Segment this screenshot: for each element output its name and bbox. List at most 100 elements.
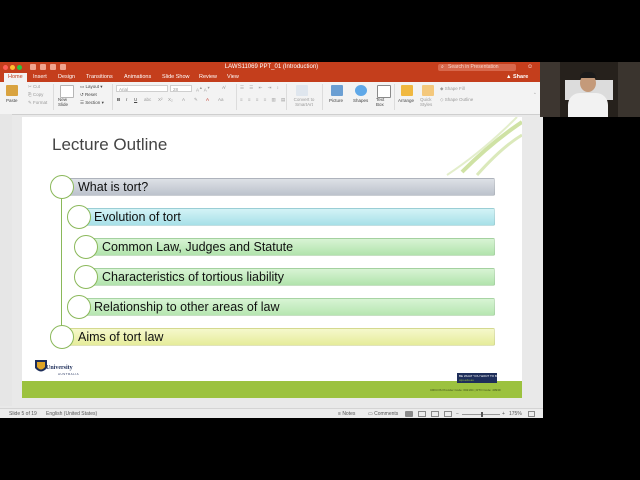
clear-format-icon[interactable]: A̸	[222, 85, 225, 91]
copy-button[interactable]: ⎘ Copy	[28, 92, 43, 98]
tab-animations[interactable]: Animations	[124, 73, 151, 82]
slideshow-view-icon[interactable]	[444, 411, 452, 417]
comments-label: Comments	[374, 411, 399, 417]
reset-button[interactable]: ↺ Reset	[80, 92, 97, 98]
outline-bullet	[74, 265, 98, 289]
tab-review[interactable]: Review	[199, 73, 217, 82]
outline-bullet	[50, 175, 74, 199]
section-button[interactable]: ☰ Section ▾	[80, 100, 104, 106]
zoom-in-button[interactable]: +	[502, 409, 505, 418]
ribbon-tabs: Home Insert Design Transitions Animation…	[0, 73, 543, 82]
bold-button[interactable]: B	[117, 97, 120, 103]
change-case-icon[interactable]: Aa	[218, 97, 224, 103]
shape-outline-label: Shape Outline	[444, 97, 474, 102]
fit-slide-icon[interactable]	[528, 411, 535, 417]
status-bar: Slide 5 of 19 English (United States) ≡ …	[0, 408, 543, 418]
shape-fill-button[interactable]: ◆ Shape Fill	[440, 86, 465, 92]
webcam-bookshelf	[540, 62, 560, 117]
shapes-icon[interactable]	[355, 85, 367, 96]
tab-insert[interactable]: Insert	[33, 73, 47, 82]
format-painter-button[interactable]: ✎ Format	[28, 100, 47, 106]
reading-view-icon[interactable]	[431, 411, 439, 417]
outline-item-what-is-tort[interactable]: What is tort?	[78, 178, 148, 196]
outline-item-evolution[interactable]: Evolution of tort	[94, 208, 181, 226]
highlight-icon[interactable]: ✎	[194, 97, 198, 103]
text-effects-icon[interactable]: A	[182, 97, 185, 103]
normal-view-icon[interactable]	[405, 411, 413, 417]
section-label: Section	[85, 100, 101, 105]
logo-university-text: University	[46, 365, 73, 371]
outline-item-aims[interactable]: Aims of tort law	[78, 328, 163, 346]
slide-canvas[interactable]	[22, 117, 522, 398]
quick-styles-icon[interactable]	[422, 85, 434, 96]
outline-item-common-law[interactable]: Common Law, Judges and Statute	[102, 238, 293, 256]
strikethrough-button[interactable]: abc	[144, 97, 151, 103]
font-size-select[interactable]: 28	[170, 85, 192, 92]
arrange-label: Arrange	[398, 98, 415, 103]
picture-label: Picture	[329, 98, 344, 103]
slide-thumbnail-strip[interactable]	[0, 114, 12, 406]
search-icon: ⌕	[441, 64, 444, 70]
cut-button[interactable]: ✂ Cut	[28, 84, 40, 90]
italic-button[interactable]: I	[126, 97, 127, 103]
zoom-out-button[interactable]: −	[456, 409, 459, 418]
font-name-select[interactable]: Arial	[116, 85, 168, 92]
search-input[interactable]: Search in Presentation	[438, 64, 516, 71]
cut-label: Cut	[33, 84, 41, 89]
share-label: Share	[512, 74, 529, 80]
title-bar: LAWS11069 PPT_01 (Introduction) Search i…	[0, 62, 543, 73]
tab-home[interactable]: Home	[4, 73, 27, 82]
shape-outline-button[interactable]: ◇ Shape Outline	[440, 97, 473, 103]
zoom-level[interactable]: 175%	[509, 409, 522, 418]
arrange-icon[interactable]	[401, 85, 413, 96]
font-size-grow-button[interactable]: A▲ A▼	[196, 85, 210, 94]
smiley-icon[interactable]: ☺	[527, 64, 533, 71]
slide-title[interactable]: Lecture Outline	[52, 135, 167, 155]
convert-smartart-label: Convert to SmartArt	[293, 97, 315, 107]
slide-sorter-icon[interactable]	[418, 411, 426, 417]
comments-button[interactable]: ▭ Comments	[368, 409, 398, 418]
outline-item-characteristics[interactable]: Characteristics of tortious liability	[102, 268, 284, 286]
cricos-text: CRICOS Provider Code: 00219C | RTO Code:…	[430, 388, 501, 392]
layout-label: Layout	[85, 84, 100, 89]
new-slide-label: New Slide	[58, 97, 69, 107]
ribbon-divider	[286, 84, 287, 110]
shapes-label: Shapes	[353, 98, 369, 103]
ribbon-home: Paste ✂ Cut ⎘ Copy ✎ Format New Slide ▭ …	[0, 82, 543, 115]
format-label: Format	[33, 100, 48, 105]
paste-label: Paste	[6, 98, 18, 103]
tab-slide-show[interactable]: Slide Show	[162, 73, 190, 82]
smartart-icon[interactable]	[296, 85, 308, 96]
zoom-slider-thumb[interactable]	[481, 412, 483, 417]
tab-design[interactable]: Design	[58, 73, 75, 82]
superscript-button[interactable]: X²	[158, 97, 163, 103]
layout-button[interactable]: ▭ Layout ▾	[80, 84, 103, 90]
outline-bullet	[67, 205, 91, 229]
webcam-person-shirt	[568, 93, 608, 117]
outline-connector	[61, 176, 62, 336]
slide-counter: Slide 5 of 19	[9, 411, 37, 417]
outline-bullet	[50, 325, 74, 349]
paste-icon[interactable]	[6, 85, 18, 96]
tab-transitions[interactable]: Transitions	[86, 73, 113, 82]
subscript-button[interactable]: X₂	[168, 97, 173, 103]
list-buttons[interactable]: ☰ ☰ ⇤ ⇥ ↕	[240, 85, 281, 91]
underline-button[interactable]: U	[134, 97, 137, 103]
quick-styles-label: Quick Styles	[420, 97, 433, 107]
ribbon-collapse-icon[interactable]: ⌃	[533, 92, 537, 98]
share-button[interactable]: ▲ Share	[506, 73, 528, 82]
align-buttons[interactable]: ≡ ≡ ≡ ≡ ▥ ▤	[240, 97, 287, 103]
webcam-shelf-right	[618, 62, 640, 117]
picture-icon[interactable]	[331, 85, 343, 96]
notes-button[interactable]: ≡ Notes	[338, 409, 355, 418]
ribbon-divider	[53, 84, 54, 110]
tab-view[interactable]: View	[227, 73, 239, 82]
font-color-icon[interactable]: A	[206, 97, 209, 103]
webcam-feed	[540, 62, 640, 117]
ribbon-divider	[394, 84, 395, 110]
outline-bullet	[74, 235, 98, 259]
reset-label: Reset	[85, 92, 97, 97]
ribbon-divider	[322, 84, 323, 110]
language-status[interactable]: English (United States)	[46, 409, 97, 418]
outline-item-relationship[interactable]: Relationship to other areas of law	[94, 298, 280, 316]
